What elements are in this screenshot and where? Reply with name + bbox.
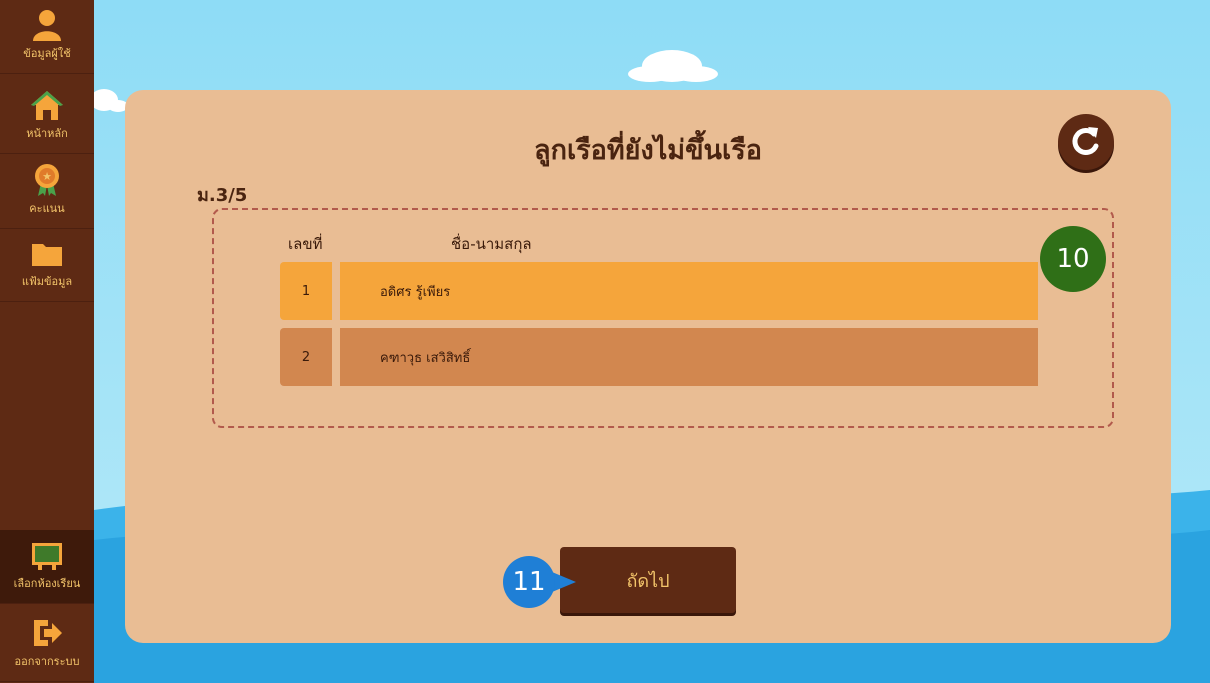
column-header-number: เลขที่: [288, 235, 323, 253]
row-number: 1: [280, 262, 332, 320]
refresh-button[interactable]: [1058, 114, 1114, 170]
row-number: 2: [280, 328, 332, 386]
row-name: คฑาวุธ เสวิสิทธิ์: [340, 328, 1038, 386]
class-name-label: ม.3/5: [197, 185, 248, 206]
table-row[interactable]: 2 คฑาวุธ เสวิสิทธิ์: [280, 328, 1040, 386]
crew-list: เลขที่ ชื่อ-นามสกุล 1 อดิศร รู้เพียร 2 ค…: [212, 208, 1114, 428]
cloud-decoration: [94, 89, 128, 112]
page-title: ลูกเรือที่ยังไม่ขึ้นเรือ: [534, 135, 762, 166]
cloud-decoration: [628, 50, 718, 82]
table-row[interactable]: 1 อดิศร รู้เพียร: [280, 262, 1040, 320]
step-marker-list: 10: [1040, 226, 1106, 292]
column-header-name: ชื่อ-นามสกุล: [451, 235, 532, 253]
sidebar-item-logout[interactable]: ออกจากระบบ: [0, 608, 94, 682]
next-button[interactable]: ถัดไป: [560, 547, 736, 613]
sidebar-item-label: เลือกห้องเรียน: [13, 577, 81, 590]
step-marker-next: 11: [503, 556, 555, 608]
user-icon: [33, 10, 61, 41]
sidebar-item-home[interactable]: หน้าหลัก: [0, 80, 94, 154]
medal-icon: ★: [35, 164, 59, 196]
sidebar-item-label: ข้อมูลผู้ใช้: [23, 47, 71, 60]
sidebar-item-select-classroom[interactable]: เลือกห้องเรียน: [0, 530, 94, 604]
sidebar-item-label: ออกจากระบบ: [14, 655, 80, 668]
sidebar-item-label: คะแนน: [29, 202, 65, 215]
sidebar-item-label: แฟ้มข้อมูล: [21, 275, 73, 288]
folder-icon: [32, 244, 62, 266]
refresh-icon: [1072, 127, 1099, 155]
sidebar-item-user-info[interactable]: ข้อมูลผู้ใช้: [0, 0, 94, 74]
step-marker-arrow: [552, 572, 576, 592]
sidebar: ข้อมูลผู้ใช้ หน้าหลัก ★ คะแนน แฟ้มข้อมูล: [0, 0, 94, 683]
logout-icon: [34, 620, 62, 646]
row-name: อดิศร รู้เพียร: [340, 262, 1038, 320]
classroom-board-icon: [32, 543, 62, 570]
home-icon: [31, 91, 63, 120]
sidebar-item-files[interactable]: แฟ้มข้อมูล: [0, 228, 94, 302]
svg-text:★: ★: [42, 170, 52, 183]
sidebar-item-label: หน้าหลัก: [26, 127, 68, 140]
sidebar-item-score[interactable]: ★ คะแนน: [0, 155, 94, 229]
crew-panel: ลูกเรือที่ยังไม่ขึ้นเรือ ม.3/5 เลขที่ ชื…: [125, 90, 1171, 643]
